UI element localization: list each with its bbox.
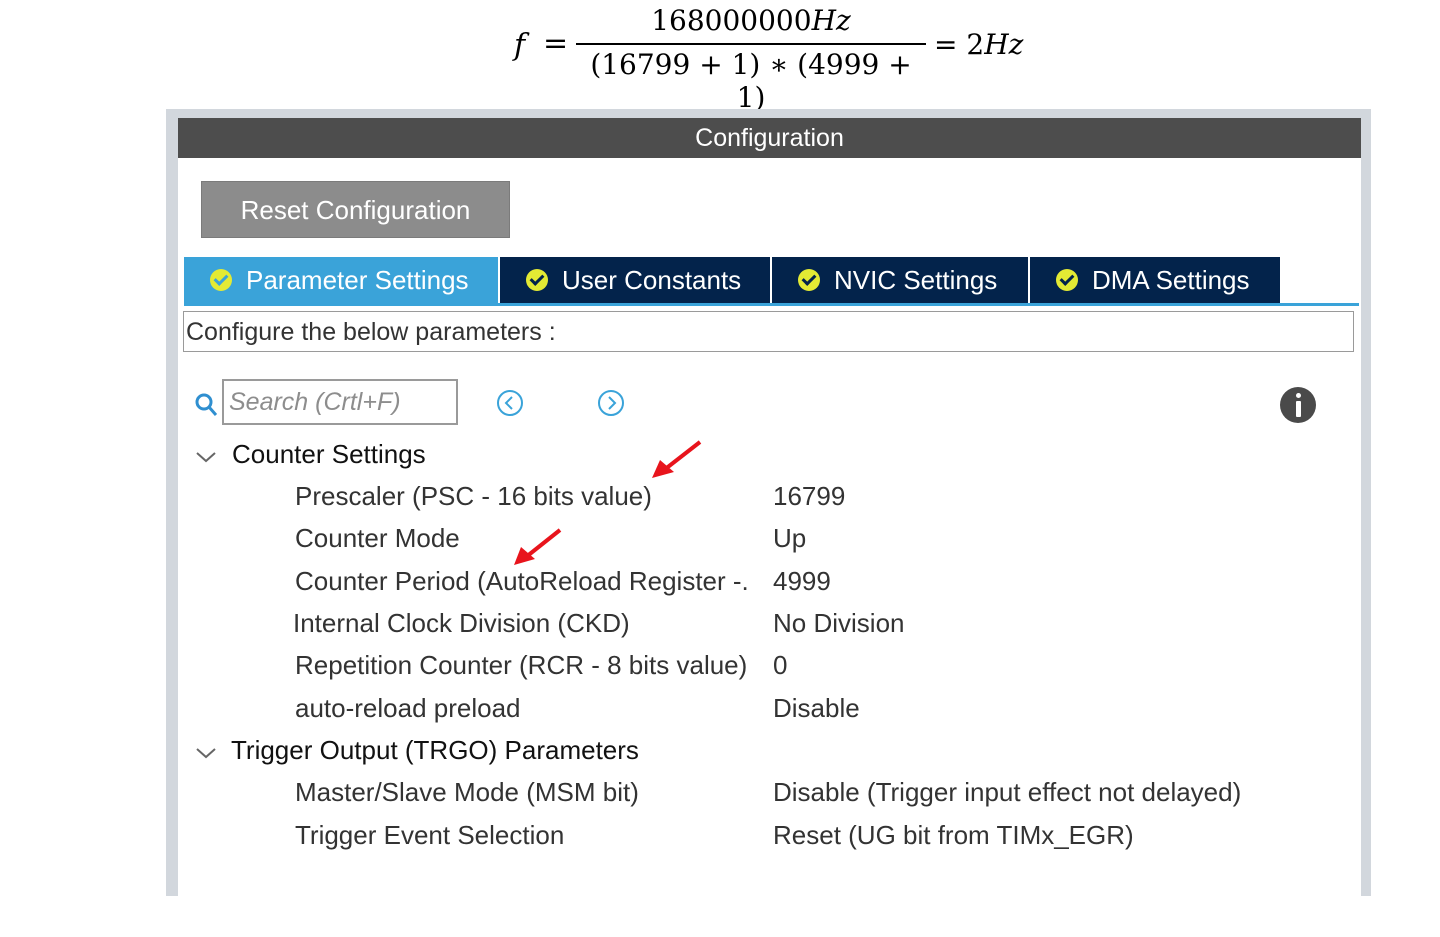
formula-fraction-bar xyxy=(576,43,926,45)
tab-underline xyxy=(184,303,1359,306)
check-icon xyxy=(526,269,548,291)
param-auto-reload-preload-value[interactable]: Disable xyxy=(773,693,860,724)
annotation-arrow-icon xyxy=(514,528,562,565)
tab-bar: Parameter Settings User Constants NVIC S… xyxy=(184,257,1280,303)
formula-lhs: f xyxy=(514,28,526,63)
param-clock-division-value[interactable]: No Division xyxy=(773,608,905,639)
tab-label: User Constants xyxy=(562,264,742,295)
tab-label: DMA Settings xyxy=(1092,264,1250,295)
check-icon xyxy=(798,269,820,291)
param-prescaler-value[interactable]: 16799 xyxy=(773,481,845,512)
configuration-panel: Configuration Reset Configuration Parame… xyxy=(178,118,1361,896)
next-result-icon[interactable] xyxy=(596,388,626,418)
param-auto-reload-preload-label: auto-reload preload xyxy=(295,693,521,723)
panel-title: Configuration xyxy=(178,118,1361,158)
check-icon xyxy=(1056,269,1078,291)
parameters-hint: Configure the below parameters : xyxy=(183,311,1354,352)
param-repetition-counter-label: Repetition Counter (RCR - 8 bits value) xyxy=(295,650,748,680)
frequency-formula: f = 168000000Hz (16799 + 1) ∗ (4999 + 1)… xyxy=(0,0,1440,114)
param-clock-division-label: Internal Clock Division (CKD) xyxy=(293,608,630,638)
tab-dma-settings[interactable]: DMA Settings xyxy=(1030,257,1280,303)
param-counter-period-label: Counter Period (AutoReload Register -. xyxy=(295,566,749,596)
chevron-down-icon[interactable] xyxy=(195,746,217,760)
search-input[interactable]: Search (Crtl+F) xyxy=(222,379,458,425)
param-counter-period-value[interactable]: 4999 xyxy=(773,566,831,597)
param-prescaler-label: Prescaler (PSC - 16 bits value) xyxy=(295,481,652,511)
formula-denominator: (16799 + 1) ∗ (4999 + 1) xyxy=(590,48,912,114)
tab-nvic-settings[interactable]: NVIC Settings xyxy=(772,257,1030,303)
info-icon[interactable] xyxy=(1280,387,1316,423)
param-msm-label: Master/Slave Mode (MSM bit) xyxy=(295,777,639,807)
search-icon[interactable] xyxy=(194,392,218,418)
param-counter-mode-value[interactable]: Up xyxy=(773,523,806,554)
chevron-down-icon[interactable] xyxy=(195,450,217,464)
tab-label: Parameter Settings xyxy=(246,264,469,295)
param-trigger-event-label: Trigger Event Selection xyxy=(295,820,565,850)
group-counter-settings[interactable]: Counter Settings xyxy=(232,439,426,470)
param-counter-mode-label: Counter Mode xyxy=(295,523,460,553)
reset-configuration-button[interactable]: Reset Configuration xyxy=(201,181,510,238)
formula-equals: = xyxy=(543,26,569,61)
param-repetition-counter-value[interactable]: 0 xyxy=(773,650,787,681)
tab-user-constants[interactable]: User Constants xyxy=(500,257,772,303)
group-trigger-output[interactable]: Trigger Output (TRGO) Parameters xyxy=(231,735,639,766)
param-trigger-event-value[interactable]: Reset (UG bit from TIMx_EGR) xyxy=(773,820,1134,851)
formula-result: = 2Hz xyxy=(934,28,1024,61)
check-icon xyxy=(210,269,232,291)
param-msm-value[interactable]: Disable (Trigger input effect not delaye… xyxy=(773,777,1241,808)
formula-numerator: 168000000Hz xyxy=(651,4,851,37)
tab-label: NVIC Settings xyxy=(834,264,998,295)
tab-parameter-settings[interactable]: Parameter Settings xyxy=(184,257,500,303)
annotation-arrow-icon xyxy=(652,440,702,478)
previous-result-icon[interactable] xyxy=(495,388,525,418)
